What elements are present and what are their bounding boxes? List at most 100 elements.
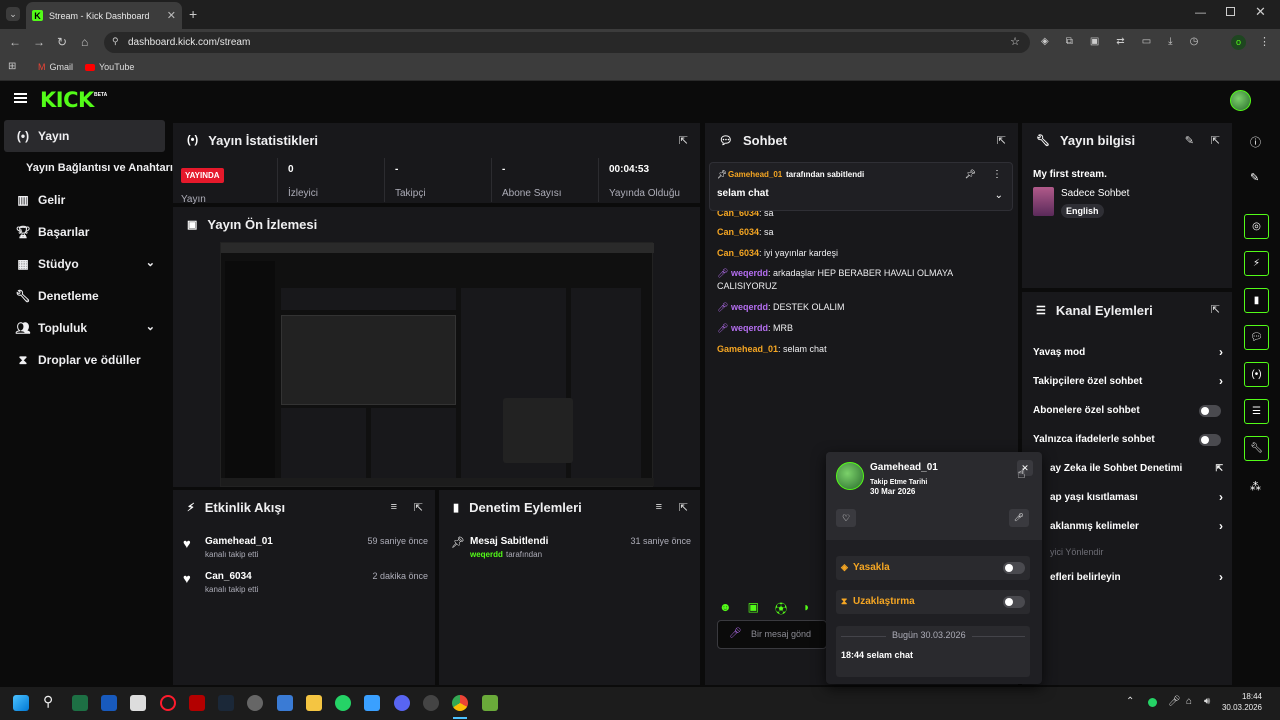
popout-icon[interactable]: ⇱ (414, 501, 423, 514)
quick-note-button[interactable]: ▮ (1244, 288, 1269, 313)
stream-preview-video[interactable] (220, 242, 654, 487)
filter-icon[interactable]: ≡ (656, 501, 662, 513)
puzzle-icon[interactable]: ⧉ (1066, 36, 1073, 50)
chat-username[interactable]: Can_6034 (717, 227, 759, 237)
pinned-message[interactable]: 📌︎ Gamehead_01 tarafından sabitlendi sel… (709, 162, 1013, 211)
sidebar-item-studyo[interactable]: ▦ Stüdyo ⌄ (4, 248, 165, 280)
user-avatar[interactable] (1230, 90, 1251, 111)
maximize-icon[interactable] (1226, 7, 1235, 16)
emote-only-toggle[interactable] (1199, 434, 1221, 446)
unpin-icon[interactable]: 📌︎ (965, 169, 976, 180)
mail-icon[interactable] (277, 695, 293, 711)
tray-app-icon[interactable] (1148, 698, 1157, 707)
timeout-toggle[interactable] (1003, 596, 1025, 608)
quick-wrench-button[interactable]: 🔧︎ (1244, 436, 1269, 461)
sidebar-item-topluluk[interactable]: 👥︎ Topluluk ⌄ (4, 312, 165, 344)
quick-clip-button[interactable]: ◎ (1244, 214, 1269, 239)
subs-only-toggle[interactable] (1199, 405, 1221, 417)
new-tab-button[interactable]: + (189, 6, 197, 22)
bookmark-gmail[interactable]: M Gmail (38, 62, 73, 72)
windows-start-icon[interactable] (13, 695, 29, 711)
window-close-icon[interactable]: ✕ (1255, 4, 1266, 20)
bookmark-star-icon[interactable]: ☆ (1010, 35, 1020, 48)
popout-icon[interactable]: ⇱ (679, 134, 688, 147)
chat-message[interactable]: Can_6034: sa (717, 226, 957, 239)
sidebar-item-yayin[interactable]: (•) Yayın (4, 120, 165, 152)
volume-icon[interactable]: 🔊︎ (1204, 696, 1210, 707)
sidebar-item-stream-key[interactable]: Yayın Bağlantısı ve Anahtarı (4, 152, 174, 184)
action-ai-moderation[interactable]: ay Zeka ile Sohbet Denetimi ⇱ (1033, 463, 1223, 474)
tab-list-icon[interactable]: ⌄ (6, 7, 20, 21)
filter-icon[interactable]: ≡ (391, 501, 397, 513)
app-icon[interactable] (364, 695, 380, 711)
network-icon[interactable]: ⌂ (1186, 696, 1192, 707)
sidebar-item-droplar[interactable]: ⧗ Droplar ve ödüller (4, 344, 165, 376)
emote-icon[interactable]: ⚽︎ (775, 600, 787, 617)
popout-icon[interactable]: ⇱ (1211, 303, 1220, 316)
action-followers-only[interactable]: Takipçilere özel sohbet › (1033, 374, 1223, 388)
chat-username[interactable]: weqerdd (731, 323, 768, 333)
whatsapp-icon[interactable] (335, 695, 351, 711)
more-options-icon[interactable]: ⋮ (992, 169, 1002, 180)
action-banned-words[interactable]: aklanmış kelimeler › (1033, 519, 1223, 533)
chat-username[interactable]: weqerdd (731, 302, 768, 312)
action-account-age[interactable]: ap yaşı kısıtlaması › (1033, 490, 1223, 504)
word-icon[interactable] (101, 695, 117, 711)
popout-icon[interactable]: ⇱ (679, 501, 688, 514)
back-icon[interactable]: ← (9, 35, 21, 49)
app-icon[interactable] (247, 695, 263, 711)
home-icon[interactable]: ⌂ (81, 35, 88, 49)
minimize-icon[interactable]: — (1195, 7, 1206, 19)
chevron-down-icon[interactable]: ⌄ (995, 190, 1003, 201)
edit-pencil-icon[interactable]: ✎ (1185, 134, 1194, 147)
chat-username[interactable]: Can_6034 (717, 248, 759, 258)
ban-toggle[interactable] (1003, 562, 1025, 574)
hamburger-menu-icon[interactable] (14, 93, 27, 103)
profile-avatar[interactable]: o (1231, 35, 1246, 50)
sidebar-item-denetleme[interactable]: 🔧︎ Denetleme (4, 280, 165, 312)
url-field[interactable]: ⚲ dashboard.kick.com/stream ☆ (104, 32, 1030, 53)
cast-icon[interactable]: ▭ (1142, 36, 1151, 50)
bookmark-youtube[interactable]: YouTube (85, 62, 134, 72)
extension-icon[interactable]: ◈ (1041, 36, 1049, 50)
action-slow-mode[interactable]: Yavaş mod › (1033, 345, 1223, 359)
search-icon[interactable]: ⚲ (43, 693, 53, 710)
kick-logo[interactable]: KICK (40, 88, 94, 112)
stream-category[interactable]: Sadece Sohbet (1061, 188, 1129, 199)
user-card-username[interactable]: Gamehead_01 (870, 462, 938, 473)
quick-broadcast-button[interactable]: (•) (1244, 362, 1269, 387)
obs-icon[interactable] (423, 695, 439, 711)
opera-icon[interactable] (160, 695, 176, 711)
pencil-icon[interactable]: ✎ (1250, 171, 1259, 184)
reload-icon[interactable]: ↻ (57, 35, 67, 49)
action-set-targets[interactable]: efleri belirleyin › (1033, 570, 1223, 584)
chat-input[interactable]: 🎤︎ Bir mesaj gönd (717, 620, 827, 649)
steam-icon[interactable] (218, 695, 234, 711)
emote-icon[interactable]: ▣ (748, 600, 759, 617)
quick-list-button[interactable]: ☰ (1244, 399, 1269, 424)
settings-cluster-icon[interactable]: ⁂ (1250, 480, 1261, 493)
chat-message[interactable]: 🎤︎ weqerdd: MRB (717, 322, 957, 335)
minecraft-icon[interactable] (482, 695, 498, 711)
chat-username[interactable]: weqerdd (731, 268, 768, 278)
chat-message[interactable]: Gamehead_01: selam chat (717, 343, 957, 356)
apps-grid-icon[interactable]: ⊞ (8, 61, 16, 72)
sidebar-item-basarilar[interactable]: 🏆︎ Başarılar (4, 216, 165, 248)
chat-message[interactable]: Can_6034: iyi yayınlar kardeşi (717, 247, 957, 260)
chrome-icon[interactable] (452, 695, 468, 711)
capture-icon[interactable]: ▣ (1090, 36, 1099, 50)
popout-icon[interactable]: ⇱ (1211, 134, 1220, 147)
chat-message[interactable]: 🎤︎ weqerdd: arkadaşlar HEP BERABER HAVAL… (717, 267, 957, 293)
emote-icon[interactable]: ◗ (803, 600, 810, 617)
translate-icon[interactable]: ⇄ (1116, 36, 1124, 50)
forward-icon[interactable]: → (33, 35, 45, 49)
popout-icon[interactable]: ⇱ (997, 134, 1006, 147)
download-icon[interactable]: ⤓ (1168, 36, 1172, 50)
discord-icon[interactable] (394, 695, 410, 711)
browser-menu-icon[interactable]: ⋮ (1259, 35, 1270, 48)
chat-username[interactable]: Gamehead_01 (717, 344, 778, 354)
calendar-icon[interactable] (130, 695, 146, 711)
clock[interactable]: 18:44 30.03.2026 (1218, 691, 1262, 713)
emote-icon[interactable]: ☻ (719, 600, 732, 617)
excel-icon[interactable] (72, 695, 88, 711)
